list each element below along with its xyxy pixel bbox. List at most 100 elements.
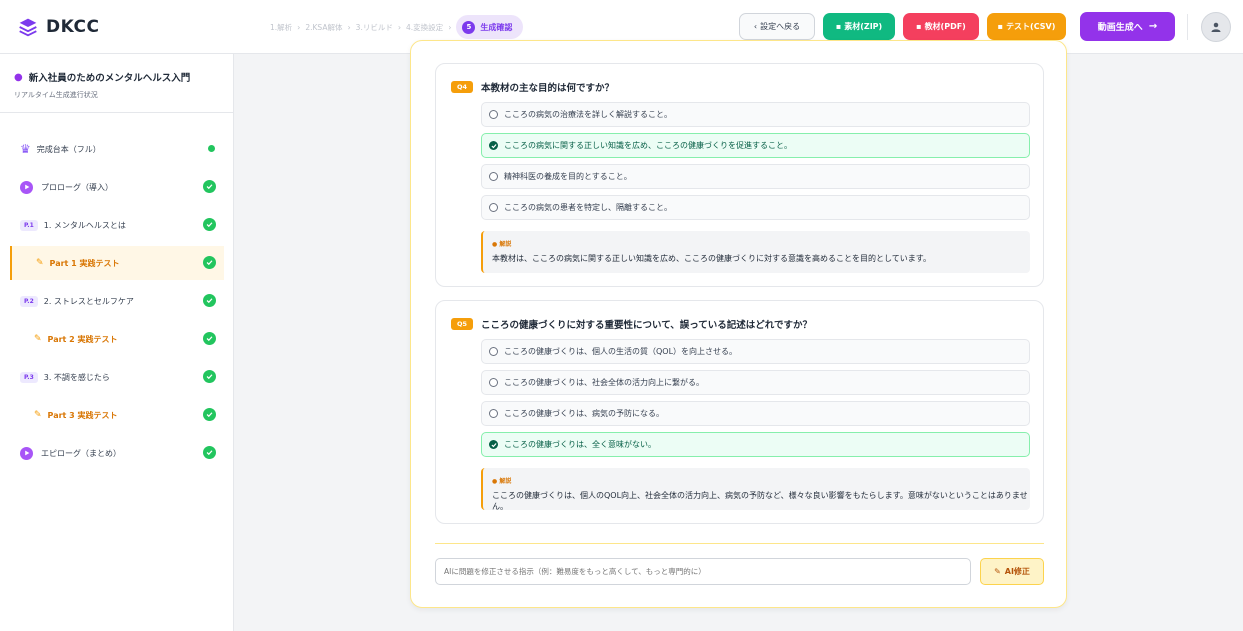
option-text: こころの健康づくりは、社会全体の活力向上に繋がる。 (504, 378, 704, 387)
ai-fix-button[interactable]: ✎ AI修正 (980, 558, 1044, 585)
check-circle-icon (203, 332, 216, 345)
microphone-icon: ● (14, 71, 23, 83)
sidebar-header: ● 新入社員のためのメンタルヘルス入門 リアルタイム生成進行状況 (0, 54, 233, 113)
sidebar-item-prologue[interactable]: プロローグ（導入） (10, 170, 224, 204)
check-circle-icon (489, 141, 498, 150)
ai-fix-instruction-input[interactable] (435, 558, 971, 585)
question-card-q4: Q4 本教材の主な目的は何ですか？ こころの病気の治療法を詳しく解説すること。 … (435, 63, 1044, 287)
radio-icon (489, 110, 498, 119)
play-icon (20, 446, 33, 460)
explanation-box: ● 解説 こころの健康づくりは、個人のQOL向上、社会全体の活力向上、病気の予防… (481, 468, 1030, 511)
pin-icon: ● (492, 478, 498, 485)
play-icon (20, 180, 33, 194)
course-title-text: 新入社員のためのメンタルヘルス入門 (28, 73, 191, 84)
sidebar-item-part-1-test[interactable]: ✎ Part 1 実践テスト (10, 246, 224, 280)
question-header: Q4 本教材の主な目的は何ですか？ (451, 80, 614, 94)
check-circle-icon (203, 218, 216, 231)
sidebar-item-label: 3. 不調を感じたら (43, 372, 110, 382)
chevron-left-icon: ‹ (753, 22, 758, 31)
question-text: 本教材の主な目的は何ですか？ (481, 83, 615, 94)
sidebar-item-full-script[interactable]: ♛ 完成台本（フル） (10, 132, 224, 166)
user-icon (1211, 22, 1221, 32)
option-text: こころの病気の患者を特定し、隔離すること。 (504, 203, 672, 212)
check-circle-icon (203, 408, 216, 421)
check-circle-icon (203, 294, 216, 307)
question-number-badge: Q4 (451, 81, 473, 93)
option-text: こころの健康づくりは、病気の予防になる。 (504, 409, 664, 418)
sidebar-item-label: エピローグ（まとめ） (41, 448, 121, 458)
part-badge: P.3 (20, 371, 38, 383)
progress-sidebar: ● 新入社員のためのメンタルヘルス入門 リアルタイム生成進行状況 ♛ 完成台本（… (0, 54, 234, 631)
check-circle-icon (203, 180, 216, 193)
part-badge: P.1 (20, 219, 38, 231)
check-circle-icon (489, 440, 498, 449)
file-icon: ▪ (835, 22, 842, 31)
crown-icon: ♛ (20, 142, 31, 156)
file-icon: ▪ (916, 22, 922, 31)
part-badge: P.2 (20, 295, 38, 307)
step-4[interactable]: 4.変換設定 (406, 22, 443, 33)
pencil-icon: ✎ (36, 258, 44, 268)
user-avatar[interactable] (1201, 12, 1231, 42)
answer-option-correct[interactable]: こころの病気に関する正しい知識を広め、こころの健康づくりを促進すること。 (481, 133, 1030, 158)
sidebar-subtitle: リアルタイム生成進行状況 (14, 91, 98, 99)
answer-option[interactable]: こころの健康づくりは、社会全体の活力向上に繋がる。 (481, 370, 1030, 395)
option-text: こころの健康づくりは、全く意味がない。 (504, 440, 656, 449)
question-card-q5: Q5 こころの健康づくりに対する重要性について、誤っている記述はどれですか？ こ… (435, 300, 1044, 524)
sidebar-item-label: Part 1 実践テスト (49, 258, 120, 268)
question-number-badge: Q5 (451, 318, 473, 330)
progress-steps: 1.解析 › 2.KSA解体 › 3.リビルド › 4.変換設定 › 5 生成確… (270, 14, 524, 40)
explanation-label: ● 解説 (492, 239, 1030, 248)
header-divider (1187, 14, 1188, 40)
explanation-text: こころの健康づくりは、個人のQOL向上、社会全体の活力向上、病気の予防など、様々… (492, 491, 1028, 511)
answer-option[interactable]: こころの健康づくりは、個人の生活の質（QOL）を向上させる。 (481, 339, 1030, 364)
sidebar-item-part-1[interactable]: P.1 1. メンタルヘルスとは (10, 208, 224, 242)
check-circle-icon (203, 446, 216, 459)
step-1[interactable]: 1.解析 (270, 22, 292, 33)
step-5-active[interactable]: 5 生成確認 (456, 15, 524, 39)
zip-button-label: 素材(ZIP) (844, 22, 883, 31)
step-3[interactable]: 3.リビルド (356, 22, 393, 33)
ai-fix-button-label: AI修正 (1004, 567, 1030, 576)
pin-icon: ● (492, 241, 498, 248)
explanation-label-text: 解説 (499, 478, 512, 485)
radio-icon (489, 203, 498, 212)
sidebar-item-epilogue[interactable]: エピローグ（まとめ） (10, 436, 224, 470)
app-name: DKCC (46, 16, 100, 37)
step-5-label: 生成確認 (480, 22, 513, 32)
sidebar-item-part-3-test[interactable]: ✎ Part 3 実践テスト (10, 398, 224, 432)
video-button-label: 動画生成へ (1097, 23, 1143, 33)
download-zip-button[interactable]: ▪ 素材(ZIP) (823, 13, 895, 40)
sidebar-item-part-2-test[interactable]: ✎ Part 2 実践テスト (10, 322, 224, 356)
sidebar-item-part-2[interactable]: P.2 2. ストレスとセルフケア (10, 284, 224, 318)
sidebar-item-label: Part 3 実践テスト (47, 410, 118, 420)
answer-option[interactable]: 精神科医の養成を目的とすること。 (481, 164, 1030, 189)
step-number-badge: 5 (462, 20, 476, 34)
step-separator: › (448, 22, 452, 32)
option-text: こころの病気の治療法を詳しく解説すること。 (504, 110, 672, 119)
step-separator: › (297, 22, 301, 32)
answer-option[interactable]: こころの健康づくりは、病気の予防になる。 (481, 401, 1030, 426)
sidebar-item-label: 完成台本（フル） (36, 144, 101, 154)
sidebar-item-label: 2. ストレスとセルフケア (43, 296, 134, 306)
answer-option[interactable]: こころの病気の患者を特定し、隔離すること。 (481, 195, 1030, 220)
sidebar-item-label: プロローグ（導入） (41, 182, 113, 192)
answer-option[interactable]: こころの病気の治療法を詳しく解説すること。 (481, 102, 1030, 127)
go-to-video-generation-button[interactable]: 動画生成へ → (1080, 12, 1175, 41)
explanation-box: ● 解説 本教材は、こころの病気に関する正しい知識を広め、こころの健康づくりに対… (481, 231, 1030, 273)
back-to-settings-button[interactable]: ‹ 設定へ戻る (739, 13, 815, 40)
download-pdf-button[interactable]: ▪ 教材(PDF) (903, 13, 979, 40)
radio-icon (489, 378, 498, 387)
section-divider (435, 543, 1044, 544)
step-2[interactable]: 2.KSA解体 (305, 22, 342, 33)
option-text: 精神科医の養成を目的とすること。 (504, 172, 632, 181)
sidebar-item-part-3[interactable]: P.3 3. 不調を感じたら (10, 360, 224, 394)
test-editor-card: Q4 本教材の主な目的は何ですか？ こころの病気の治療法を詳しく解説すること。 … (410, 40, 1067, 608)
download-csv-button[interactable]: ▪ テスト(CSV) (987, 13, 1066, 40)
pencil-icon: ✎ (994, 567, 1001, 576)
radio-icon (489, 172, 498, 181)
answer-option-correct[interactable]: こころの健康づくりは、全く意味がない。 (481, 432, 1030, 457)
brand[interactable]: DKCC (18, 17, 268, 37)
arrow-right-icon: → (1148, 21, 1158, 32)
explanation-label-text: 解説 (499, 241, 512, 248)
